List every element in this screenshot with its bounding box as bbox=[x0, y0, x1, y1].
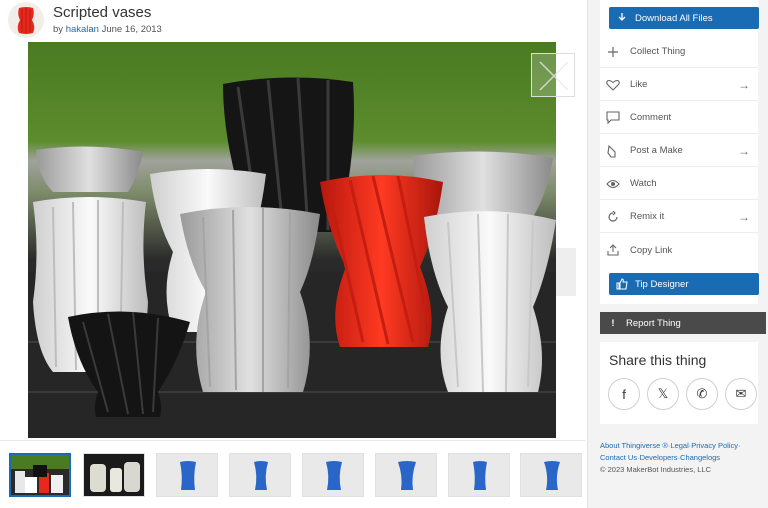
right-sidebar: Download All Files Collect Thing Like → … bbox=[587, 0, 768, 508]
comment-button[interactable]: Comment bbox=[600, 102, 758, 134]
tip-label: Tip Designer bbox=[635, 278, 689, 290]
hand-pointer-icon bbox=[602, 144, 624, 158]
copyright: © 2023 MakerBot Industries, LLC bbox=[600, 465, 711, 474]
twitter-icon[interactable]: 𝕏 bbox=[647, 378, 679, 410]
like-label: Like bbox=[630, 79, 648, 90]
publish-date: June 16, 2013 bbox=[101, 24, 162, 35]
main-photo[interactable] bbox=[28, 42, 556, 438]
thumbnail-1[interactable] bbox=[9, 453, 71, 497]
remix-button[interactable]: Remix it → bbox=[600, 201, 758, 233]
next-image-arrow[interactable] bbox=[556, 248, 576, 296]
arrow-right-icon: → bbox=[738, 209, 750, 224]
remix-label: Remix it bbox=[630, 211, 665, 222]
arrow-right-icon: → bbox=[738, 143, 750, 158]
eye-icon bbox=[602, 179, 624, 189]
thumbnail-strip bbox=[0, 440, 585, 508]
author-link[interactable]: hakalan bbox=[66, 24, 99, 35]
remix-icon bbox=[602, 210, 624, 223]
download-label: Download All Files bbox=[635, 12, 713, 24]
exclamation-icon: ! bbox=[611, 317, 615, 329]
thumbs-up-icon bbox=[609, 278, 635, 290]
watch-button[interactable]: Watch bbox=[600, 168, 758, 200]
expand-icon[interactable] bbox=[531, 53, 575, 97]
email-icon[interactable]: ✉ bbox=[725, 378, 757, 410]
page-title: Scripted vases bbox=[53, 4, 152, 21]
actions-panel: Download All Files Collect Thing Like → … bbox=[600, 0, 759, 304]
facebook-icon[interactable]: f bbox=[608, 378, 640, 410]
thumbnail-2[interactable] bbox=[83, 453, 145, 497]
download-arrow-icon bbox=[609, 12, 635, 25]
copy-link-button[interactable]: Copy Link bbox=[600, 234, 758, 266]
thumbnail-8[interactable] bbox=[520, 453, 582, 497]
share-panel: Share this thing f 𝕏 ✆ ✉ bbox=[600, 342, 758, 424]
comment-bubble-icon bbox=[602, 111, 624, 124]
arrow-right-icon: → bbox=[738, 77, 750, 92]
byline: by hakalan June 16, 2013 bbox=[53, 24, 162, 35]
watch-label: Watch bbox=[630, 178, 657, 189]
thumbnail-3[interactable] bbox=[156, 453, 218, 497]
plus-icon bbox=[602, 46, 624, 58]
collect-label: Collect Thing bbox=[630, 46, 686, 57]
report-label: Report Thing bbox=[626, 317, 681, 329]
footer-links-line1[interactable]: About Thingiverse ®·Legal·Privacy Policy… bbox=[600, 440, 766, 452]
post-make-button[interactable]: Post a Make → bbox=[600, 135, 758, 167]
download-all-button[interactable]: Download All Files bbox=[609, 7, 759, 29]
thing-header: Scripted vases by hakalan June 16, 2013 bbox=[0, 0, 585, 42]
report-thing-button[interactable]: ! Report Thing bbox=[600, 312, 766, 334]
post-make-label: Post a Make bbox=[630, 145, 683, 156]
heart-icon bbox=[602, 79, 624, 91]
collect-thing-button[interactable]: Collect Thing bbox=[600, 36, 758, 68]
thumbnail-7[interactable] bbox=[448, 453, 510, 497]
by-prefix: by bbox=[53, 24, 64, 35]
footer-links: About Thingiverse ®·Legal·Privacy Policy… bbox=[600, 440, 766, 476]
red-vase-avatar[interactable] bbox=[8, 2, 44, 38]
whatsapp-icon[interactable]: ✆ bbox=[686, 378, 718, 410]
share-upload-icon bbox=[602, 244, 624, 256]
thumbnail-5[interactable] bbox=[302, 453, 364, 497]
copy-link-label: Copy Link bbox=[630, 244, 673, 256]
like-button[interactable]: Like → bbox=[600, 69, 758, 101]
comment-label: Comment bbox=[630, 112, 672, 123]
tip-designer-button[interactable]: Tip Designer bbox=[609, 273, 759, 295]
thumbnail-4[interactable] bbox=[229, 453, 291, 497]
footer-links-line2[interactable]: Contact Us·Developers·Changelogs bbox=[600, 452, 766, 464]
thumbnail-6[interactable] bbox=[375, 453, 437, 497]
share-title: Share this thing bbox=[609, 352, 707, 368]
